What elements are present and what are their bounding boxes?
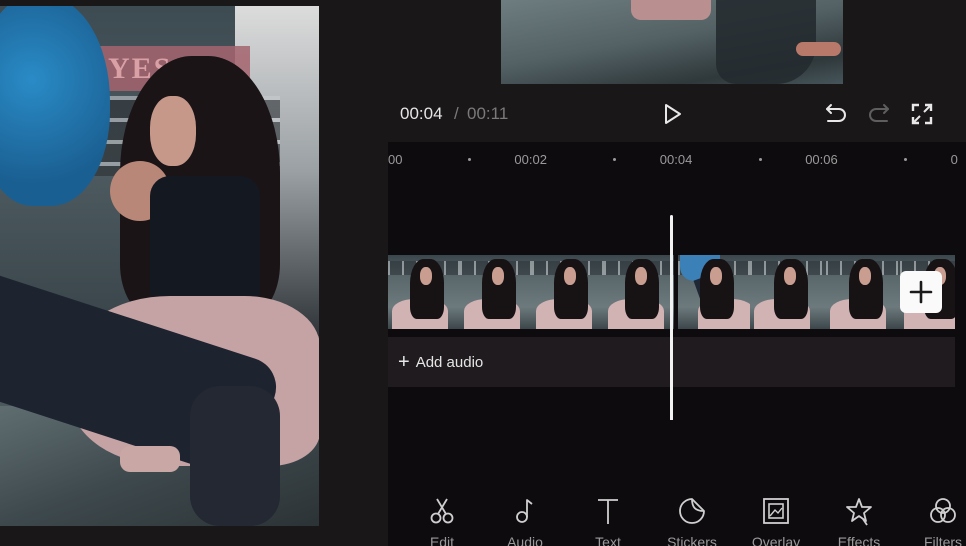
- add-clip-button[interactable]: [900, 271, 942, 313]
- preview-shoe: [120, 446, 180, 472]
- tool-stickers-label: Stickers: [667, 534, 717, 546]
- tool-overlay-label: Overlay: [751, 534, 801, 546]
- preview-pink-shape: [631, 0, 711, 20]
- clip-thumbnail: [750, 255, 826, 329]
- current-time: 00:04: [400, 104, 443, 123]
- video-preview-main[interactable]: [501, 0, 843, 84]
- video-editor-screen: YES 00:04 / 00:11 00 00:02 00:04 00:06 0…: [0, 0, 966, 546]
- filters-icon: [930, 498, 956, 523]
- timeline[interactable]: 00 00:02 00:04 00:06 0 + Add audio: [388, 142, 966, 421]
- text-icon: [598, 499, 618, 524]
- bottom-toolbar: Edit Audio Text Stickers Overlay Effects…: [388, 420, 966, 546]
- fullscreen-icon: [911, 103, 933, 125]
- clip-thumbnail: [826, 255, 900, 329]
- redo-icon: [869, 104, 889, 122]
- preview-blue-figure: [0, 6, 110, 206]
- redo-button[interactable]: [865, 100, 893, 128]
- tool-text-label: Text: [595, 534, 621, 546]
- clip-thumbnail: [460, 255, 532, 329]
- tool-effects-label: Effects: [837, 534, 881, 546]
- clip-thumbnail: [532, 255, 604, 329]
- tool-stickers[interactable]: Stickers: [657, 496, 727, 546]
- add-audio-plus-icon: +: [398, 351, 410, 373]
- overlay-icon: [763, 498, 789, 524]
- ruler-label: 00: [388, 152, 403, 167]
- play-button[interactable]: [658, 100, 686, 128]
- add-audio-label: Add audio: [415, 353, 484, 371]
- tool-text[interactable]: Text: [573, 496, 643, 546]
- ruler-dot: [467, 158, 471, 161]
- plus-icon: [909, 280, 933, 304]
- tool-edit[interactable]: Edit: [407, 496, 477, 546]
- clip-thumbnail: [604, 255, 674, 329]
- player-controls: 00:04 / 00:11: [388, 90, 966, 140]
- undo-icon: [826, 104, 846, 122]
- fullscreen-button[interactable]: [908, 100, 936, 128]
- play-icon: [665, 104, 681, 124]
- tool-overlay[interactable]: Overlay: [741, 496, 811, 546]
- tool-audio-label: Audio: [507, 534, 543, 546]
- preview-foot-shape: [796, 42, 841, 56]
- music-note-icon: [516, 499, 533, 523]
- ruler-label: 00:06: [805, 152, 838, 167]
- sticker-icon: [679, 498, 705, 524]
- ruler-dot: [903, 158, 907, 161]
- ruler-label: 0: [950, 152, 958, 167]
- ruler-label: 00:04: [659, 152, 693, 167]
- tool-filters[interactable]: Filters: [908, 496, 966, 546]
- time-separator: /: [454, 104, 459, 123]
- tool-audio[interactable]: Audio: [490, 496, 560, 546]
- preview-dancer-face: [150, 96, 196, 166]
- total-time: 00:11: [467, 104, 509, 123]
- undo-button[interactable]: [822, 100, 850, 128]
- time-ruler[interactable]: 00 00:02 00:04 00:06 0: [388, 142, 966, 178]
- scissors-icon: [430, 498, 454, 524]
- preview-foreground-leg-lower: [190, 386, 280, 526]
- clip-thumbnail: [388, 255, 460, 329]
- video-preview-left[interactable]: YES: [0, 6, 319, 526]
- tool-edit-label: Edit: [429, 534, 455, 546]
- clip-thumbnail: [678, 255, 750, 329]
- ruler-label: 00:02: [514, 152, 547, 167]
- ruler-dot: [758, 158, 762, 161]
- tool-filters-label: Filters: [923, 534, 963, 546]
- ruler-dot: [613, 158, 617, 161]
- effects-star-icon: [846, 498, 872, 526]
- playhead[interactable]: [670, 215, 673, 421]
- tool-effects[interactable]: Effects: [824, 496, 894, 546]
